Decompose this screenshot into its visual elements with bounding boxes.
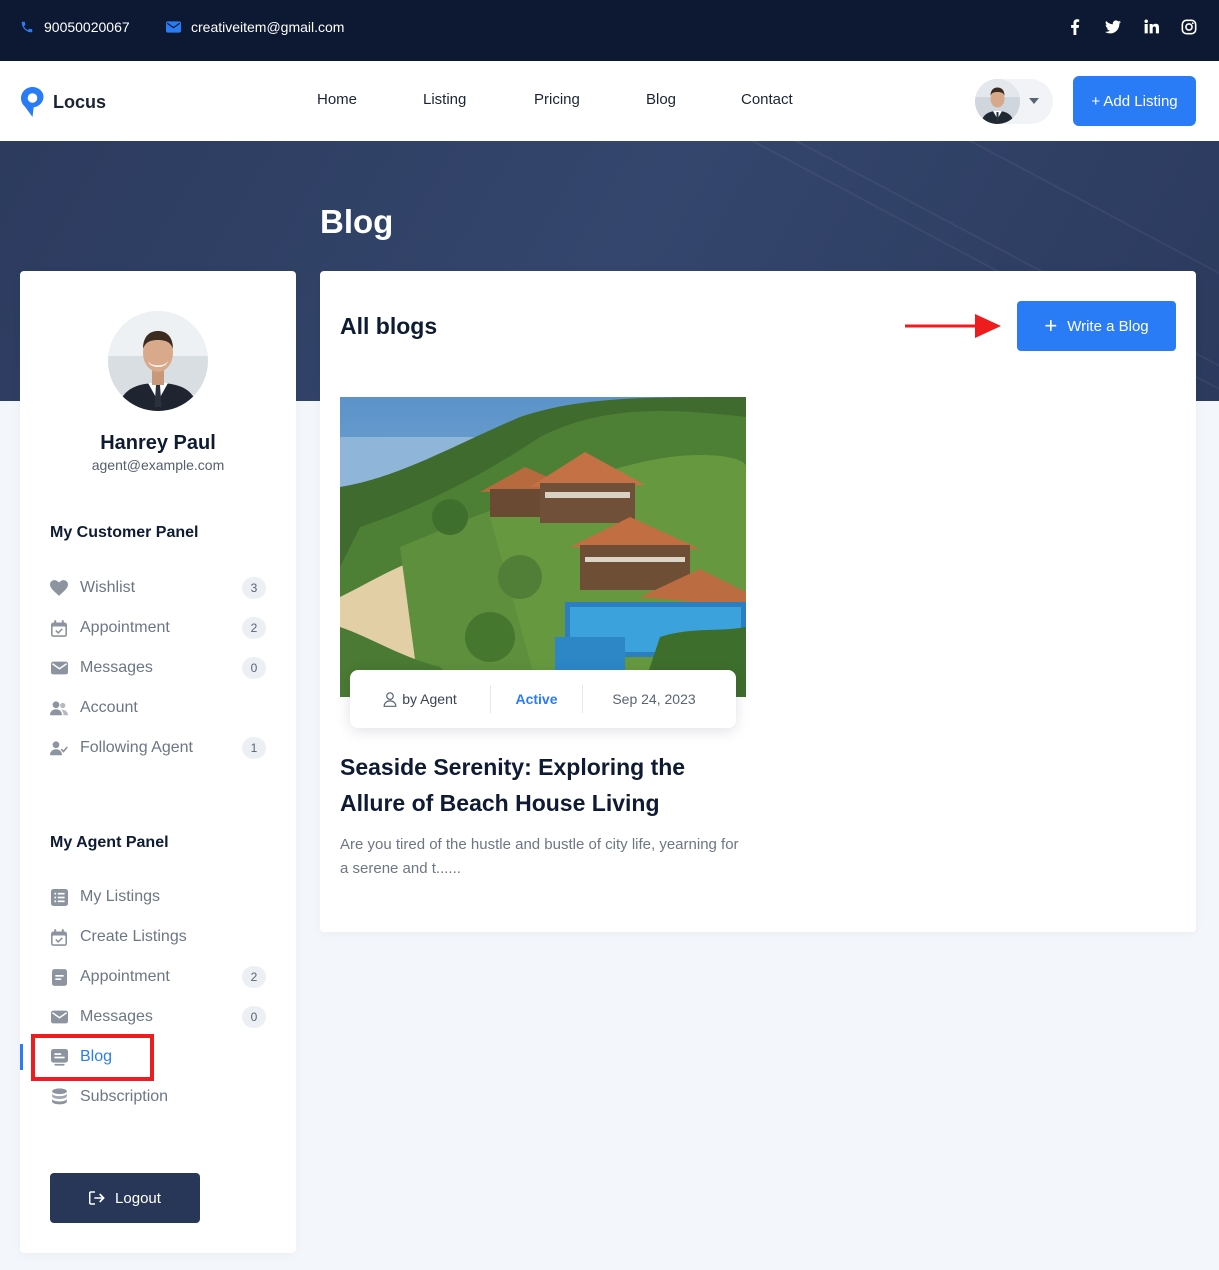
users-icon	[50, 699, 68, 717]
top-contact-bar: 90050020067 creativeitem@gmail.com	[0, 0, 1219, 61]
blogs-panel: All blogs + Write a Blog by Agent Active…	[320, 271, 1196, 932]
nav-link-home[interactable]: Home	[317, 91, 357, 108]
profile-email: agent@example.com	[91, 457, 225, 473]
nav-link-pricing[interactable]: Pricing	[534, 91, 580, 108]
calendar-icon	[50, 619, 68, 637]
sidebar-item-label: Appointment	[80, 619, 170, 636]
sidebar-item-label: Account	[80, 699, 138, 716]
sidebar-item-label: Appointment	[80, 968, 170, 985]
blog-image[interactable]	[340, 397, 746, 697]
count-badge: 1	[242, 737, 266, 759]
nav-link-blog[interactable]: Blog	[646, 91, 676, 108]
document-icon	[50, 968, 68, 986]
profile-photo	[108, 311, 208, 411]
email-contact[interactable]: creativeitem@gmail.com	[166, 0, 344, 53]
write-blog-button[interactable]: + Write a Blog	[1017, 301, 1176, 351]
plus-icon: +	[1044, 313, 1058, 338]
write-blog-label: Write a Blog	[1067, 317, 1149, 335]
phone-contact[interactable]: 90050020067	[20, 0, 130, 53]
list-icon	[50, 888, 68, 906]
sidebar-item-my-listings[interactable]: My Listings	[50, 882, 266, 912]
sidebar: Hanrey Paul agent@example.com My Custome…	[20, 271, 296, 1253]
blog-author: by Agent	[350, 685, 490, 713]
count-badge: 0	[242, 657, 266, 679]
envelope-icon	[50, 1008, 68, 1026]
sidebar-item-label: Wishlist	[80, 579, 136, 596]
chevron-down-icon	[1029, 98, 1039, 104]
blog-author-text: by Agent	[402, 691, 457, 707]
count-badge: 0	[242, 1006, 266, 1028]
annotation-arrow-icon	[905, 314, 1001, 338]
calendar-check-icon	[50, 928, 68, 946]
nav-link-contact[interactable]: Contact	[741, 91, 793, 108]
twitter-icon[interactable]	[1105, 19, 1121, 35]
sidebar-item-messages[interactable]: Messages 0	[50, 653, 266, 683]
main-navbar: Locus Home Listing Pricing Blog Contact …	[0, 61, 1219, 141]
phone-text: 90050020067	[44, 18, 130, 35]
count-badge: 2	[242, 966, 266, 988]
customer-panel-title: My Customer Panel	[50, 524, 199, 541]
profile-name: Hanrey Paul	[100, 432, 216, 454]
user-check-icon	[50, 739, 68, 757]
sidebar-item-agent-messages[interactable]: Messages 0	[50, 1002, 266, 1032]
active-indicator	[20, 1044, 23, 1070]
blog-excerpt: Are you tired of the hustle and bustle o…	[340, 836, 739, 877]
sidebar-item-label: Following Agent	[80, 739, 193, 756]
sidebar-item-label: Subscription	[80, 1088, 169, 1105]
sidebar-item-label: Create Listings	[80, 928, 187, 945]
sidebar-item-following-agent[interactable]: Following Agent 1	[50, 733, 266, 763]
sidebar-item-label: Messages	[80, 659, 153, 676]
social-links	[1067, 0, 1197, 53]
site-logo[interactable]: Locus	[20, 86, 106, 118]
heart-icon	[50, 579, 68, 597]
sidebar-item-account[interactable]: Account	[50, 693, 266, 723]
user-icon	[383, 691, 397, 707]
sidebar-item-create-listings[interactable]: Create Listings	[50, 922, 266, 952]
envelope-icon	[166, 20, 181, 33]
sidebar-item-label: My Listings	[80, 888, 161, 905]
database-icon	[50, 1088, 68, 1106]
sidebar-item-subscription[interactable]: Subscription	[50, 1082, 266, 1112]
add-listing-button[interactable]: + Add Listing	[1073, 76, 1196, 126]
logout-icon	[89, 1191, 105, 1205]
envelope-icon	[50, 659, 68, 677]
blog-meta-bar: by Agent Active Sep 24, 2023	[350, 670, 736, 728]
logout-label: Logout	[115, 1189, 161, 1207]
count-badge: 3	[242, 577, 266, 599]
location-pin-icon	[21, 87, 44, 117]
logout-button[interactable]: Logout	[50, 1173, 200, 1223]
email-text: creativeitem@gmail.com	[191, 18, 345, 35]
instagram-icon[interactable]	[1181, 19, 1197, 35]
linkedin-icon[interactable]	[1143, 19, 1159, 35]
phone-icon	[21, 21, 33, 32]
blog-date: Sep 24, 2023	[612, 691, 696, 707]
user-menu-dropdown[interactable]	[975, 79, 1053, 124]
sidebar-item-wishlist[interactable]: Wishlist 3	[50, 573, 266, 603]
logo-text: Locus	[53, 91, 107, 112]
annotation-highlight-box	[31, 1034, 154, 1081]
sidebar-item-label: Messages	[80, 1008, 153, 1025]
count-badge: 2	[242, 617, 266, 639]
nav-link-listing[interactable]: Listing	[423, 91, 466, 108]
sidebar-item-agent-appointment[interactable]: Appointment 2	[50, 962, 266, 992]
page-title: Blog	[320, 203, 394, 240]
sidebar-item-appointment[interactable]: Appointment 2	[50, 613, 266, 643]
blog-title[interactable]: Seaside Serenity: Exploring the Allure o…	[340, 749, 740, 821]
blog-status: Active	[490, 685, 583, 713]
section-title: All blogs	[340, 313, 438, 339]
facebook-icon[interactable]	[1067, 18, 1083, 35]
avatar	[975, 79, 1020, 124]
agent-panel-title: My Agent Panel	[50, 834, 169, 851]
